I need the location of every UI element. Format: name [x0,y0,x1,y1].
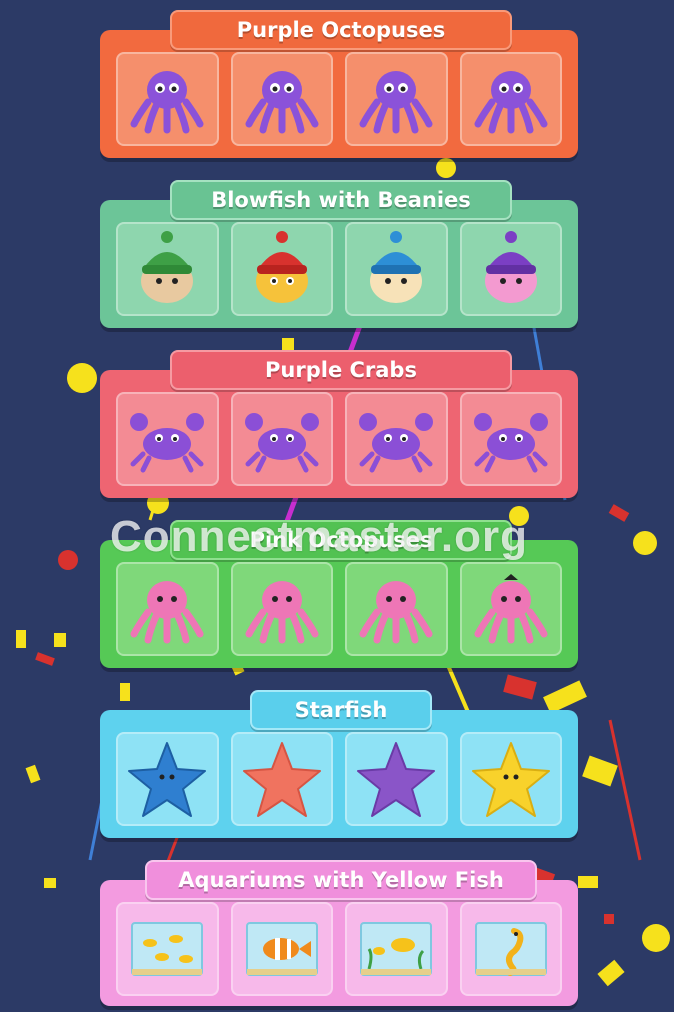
tile-purple-crab-3[interactable] [345,392,448,486]
watermark: Connectmaster.org [110,512,528,561]
octopus-icon [359,581,433,644]
aquarium-clownfish-icon [245,922,318,976]
tile-pink-octopus-3[interactable] [345,562,448,656]
tile-purple-octopus-4[interactable] [459,52,562,146]
group-title: Aquariums with Yellow Fish [145,860,537,900]
tile-pink-octopus-4[interactable] [459,562,562,656]
starfish-yellow-icon [471,742,550,817]
tile-aquarium-1[interactable] [116,902,219,996]
group-purple-crabs: Purple Crabs [100,350,578,498]
tile-purple-crab-1[interactable] [116,392,219,486]
group-title: Purple Octopuses [170,10,512,50]
tile-aquarium-4[interactable] [459,902,562,996]
blowfish-green-beanie-icon [141,231,194,303]
blowfish-blue-beanie-icon [370,231,423,303]
octopus-icon [245,71,319,134]
tile-purple-crab-2[interactable] [230,392,333,486]
tile-purple-octopus-1[interactable] [116,52,219,146]
starfish-coral-icon [242,742,321,817]
octopus-icon [130,581,204,644]
group-aquariums-with-yellow-fish: Aquariums with Yellow Fish [100,860,578,1006]
tile-purple-octopus-3[interactable] [345,52,448,146]
tile-starfish-purple[interactable] [345,732,448,826]
group-title: Purple Crabs [170,350,512,390]
tile-starfish-yellow[interactable] [459,732,562,826]
crab-icon [473,413,548,473]
group-blowfish-with-beanies: Blowfish with Beanies [100,180,578,328]
tile-aquarium-3[interactable] [345,902,448,996]
tile-aquarium-2[interactable] [230,902,333,996]
aquarium-icon [131,922,204,976]
starfish-blue-icon [128,742,207,817]
tile-purple-crab-4[interactable] [459,392,562,486]
group-title: Blowfish with Beanies [170,180,512,220]
tile-blowfish-red-beanie[interactable] [230,222,333,316]
group-purple-octopuses: Purple Octopuses [100,10,578,158]
tile-pink-octopus-1[interactable] [116,562,219,656]
octopus-icon [359,71,433,134]
aquarium-seahorse-icon [474,922,547,976]
group-starfish: Starfish [100,690,578,838]
crab-icon [130,413,205,473]
tile-starfish-blue[interactable] [116,732,219,826]
tile-blowfish-green-beanie[interactable] [116,222,219,316]
group-title: Starfish [250,690,432,730]
aquarium-icon [360,922,433,976]
octopus-icon [474,71,548,134]
blowfish-purple-beanie-icon [484,231,537,303]
tile-starfish-coral[interactable] [230,732,333,826]
tile-blowfish-blue-beanie[interactable] [345,222,448,316]
octopus-icon [130,71,204,134]
blowfish-red-beanie-icon [255,231,308,303]
octopus-icon [245,581,319,644]
crab-icon [359,413,434,473]
tile-blowfish-purple-beanie[interactable] [459,222,562,316]
crab-icon [244,413,319,473]
octopus-icon [474,574,548,644]
tile-purple-octopus-2[interactable] [230,52,333,146]
tile-pink-octopus-2[interactable] [230,562,333,656]
starfish-purple-icon [357,742,436,817]
